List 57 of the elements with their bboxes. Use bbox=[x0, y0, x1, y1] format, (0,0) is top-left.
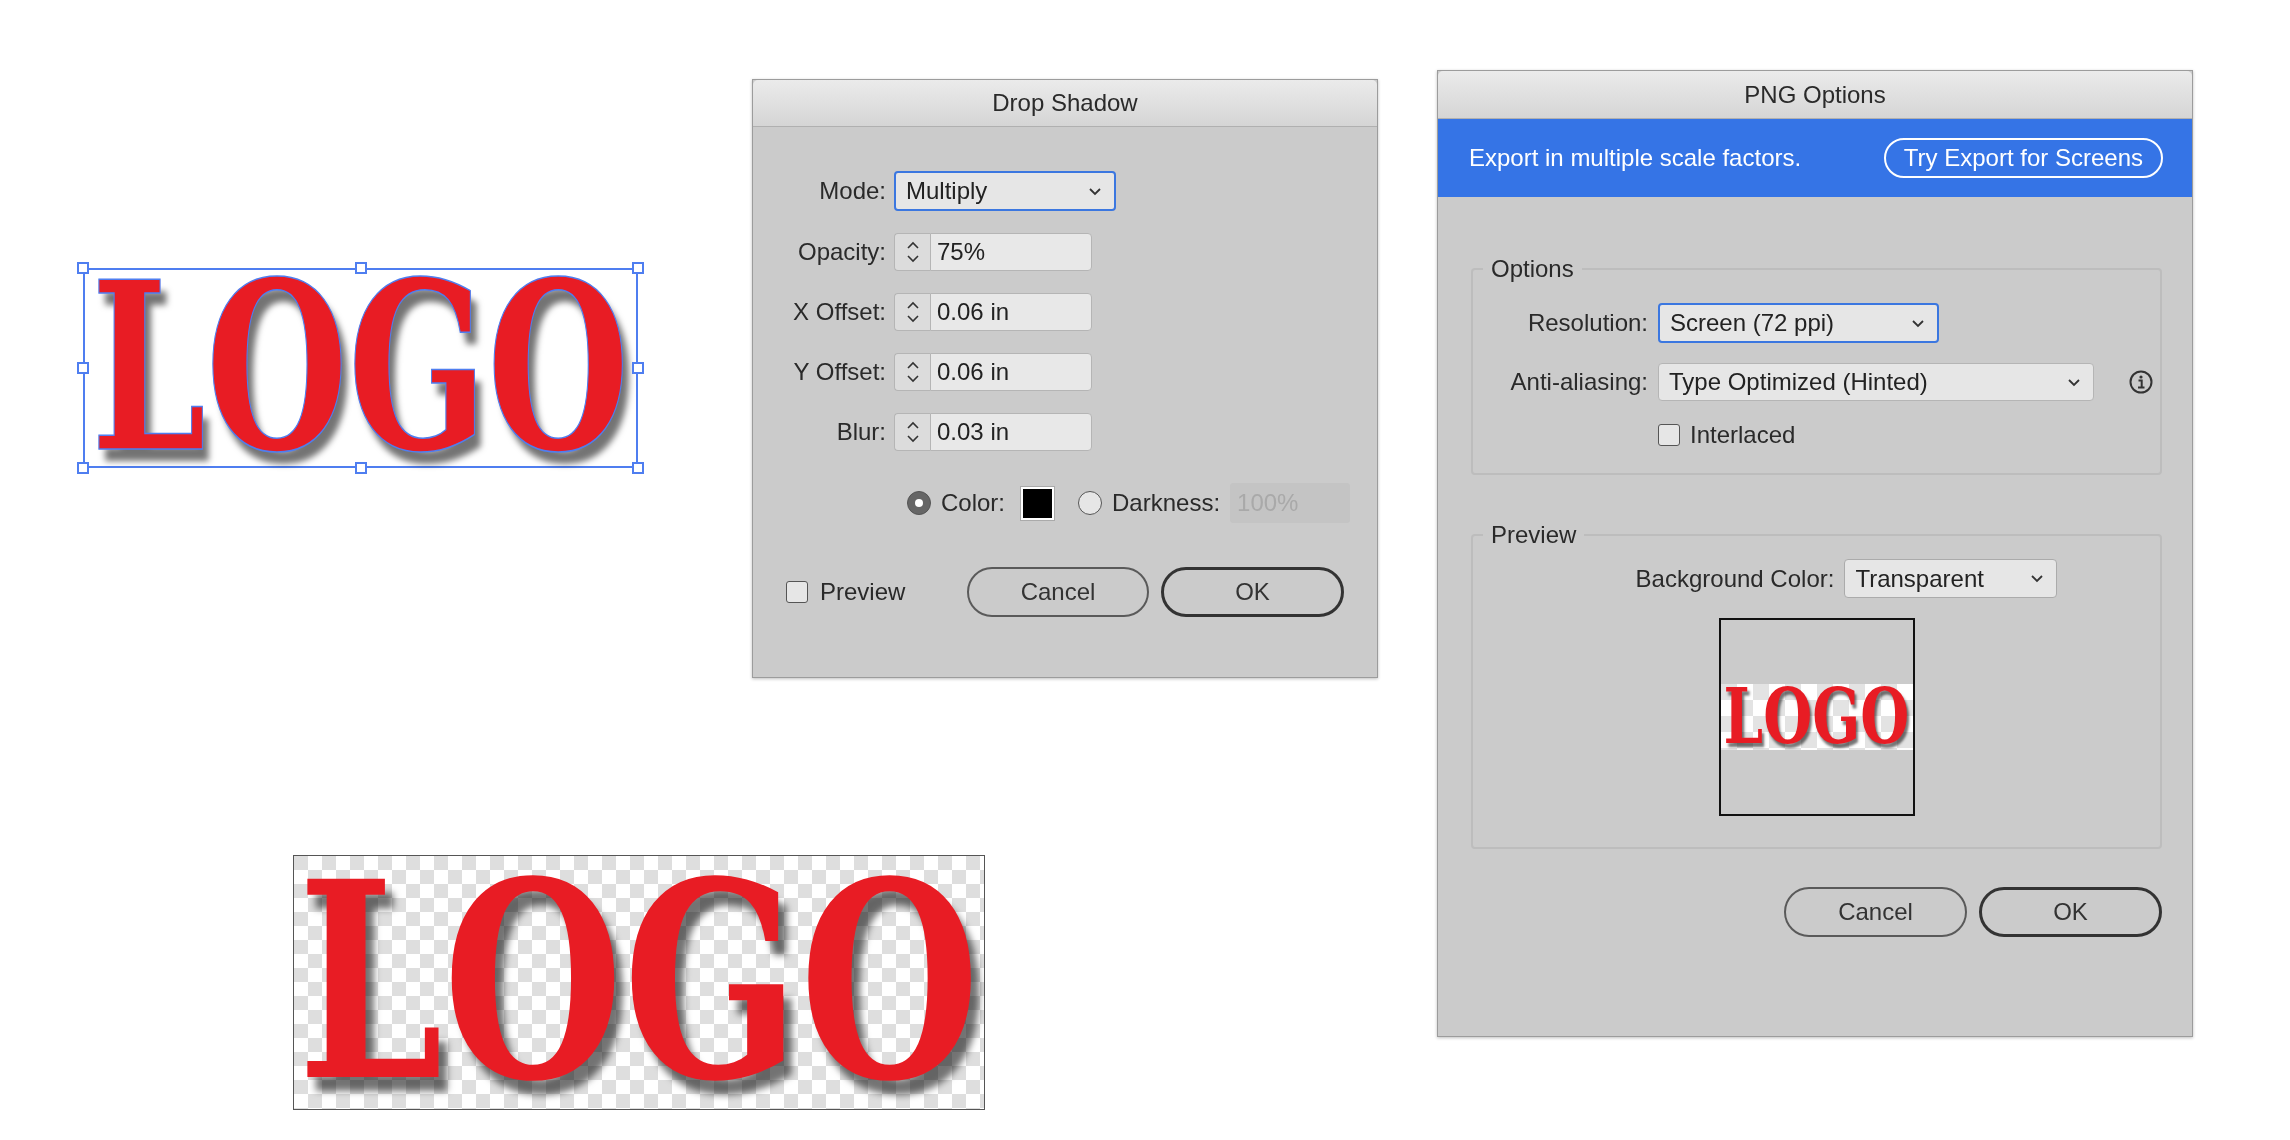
radio-button[interactable] bbox=[907, 491, 931, 515]
selection-handle[interactable] bbox=[632, 462, 644, 474]
field-label: Anti-aliasing: bbox=[1510, 368, 1648, 396]
dropdown[interactable]: Screen (72 ppi) bbox=[1658, 303, 1939, 343]
selection-handle[interactable] bbox=[77, 462, 89, 474]
selection-handle[interactable] bbox=[77, 362, 89, 374]
selection-handle[interactable] bbox=[77, 262, 89, 274]
number-field[interactable]: 0.06 in bbox=[930, 293, 1092, 331]
up-down-arrows-icon bbox=[905, 239, 920, 265]
dialog-title: PNG Options bbox=[1744, 80, 1886, 109]
checkbox-label: Preview bbox=[820, 578, 906, 606]
selection-handle[interactable] bbox=[354, 462, 367, 474]
field-label: Resolution: bbox=[1527, 309, 1648, 337]
radio-label: Darkness: bbox=[1112, 489, 1221, 517]
number-field[interactable]: 0.06 in bbox=[930, 353, 1092, 391]
interlaced-checkbox[interactable] bbox=[1658, 424, 1680, 446]
group-title: Options bbox=[1490, 255, 1575, 283]
dialog-title: Drop Shadow bbox=[992, 89, 1138, 117]
logo-text: LOGO bbox=[298, 876, 981, 1089]
checkbox-label: Interlaced bbox=[1690, 421, 1796, 449]
stepper-button[interactable] bbox=[894, 293, 930, 331]
radio-label: Color: bbox=[941, 489, 1006, 517]
banner-text: Export in multiple scale factors. bbox=[1469, 144, 1802, 172]
up-down-arrows-icon bbox=[905, 419, 920, 445]
field-label: Mode: bbox=[819, 177, 886, 205]
number-field[interactable]: 75% bbox=[930, 233, 1092, 271]
stepper-button[interactable] bbox=[894, 353, 930, 391]
chevron-icon bbox=[1911, 317, 1925, 329]
cancel-button[interactable]: Cancel bbox=[1784, 887, 1967, 937]
background-color-dropdown[interactable]: Transparent bbox=[1844, 559, 2058, 598]
mode-dropdown[interactable]: Multiply bbox=[894, 171, 1116, 211]
up-down-arrows-icon bbox=[905, 299, 920, 325]
up-down-arrows-icon bbox=[905, 359, 920, 385]
field-label: Opacity: bbox=[797, 238, 886, 266]
stepper-button[interactable] bbox=[894, 233, 930, 271]
selection-handle[interactable] bbox=[354, 262, 367, 274]
stepper-button[interactable] bbox=[894, 413, 930, 451]
field-label: X Offset: bbox=[793, 298, 886, 326]
selection-handle[interactable] bbox=[632, 362, 644, 374]
field-label: Blur: bbox=[836, 418, 886, 446]
ok-button[interactable]: OK bbox=[1979, 887, 2162, 937]
chevron-icon bbox=[2067, 376, 2081, 388]
color-swatch[interactable] bbox=[1021, 486, 1055, 520]
field-label: Background Color: bbox=[1635, 564, 1835, 593]
preview-checkbox[interactable] bbox=[786, 581, 808, 603]
chevron-icon bbox=[1088, 185, 1102, 197]
info-icon[interactable] bbox=[2129, 370, 2153, 394]
ok-button[interactable]: OK bbox=[1161, 567, 1344, 617]
number-field[interactable]: 0.03 in bbox=[930, 413, 1092, 451]
logo-text: LOGO bbox=[1723, 687, 1910, 747]
selection-handle[interactable] bbox=[632, 262, 644, 274]
cancel-button[interactable]: Cancel bbox=[967, 567, 1149, 617]
group-title: Preview bbox=[1490, 521, 1578, 549]
chevron-icon bbox=[2030, 573, 2045, 584]
dropdown[interactable]: Type Optimized (Hinted) bbox=[1658, 363, 2094, 401]
export-screens-button[interactable]: Try Export for Screens bbox=[1883, 138, 2163, 178]
field-label: Y Offset: bbox=[793, 358, 886, 386]
